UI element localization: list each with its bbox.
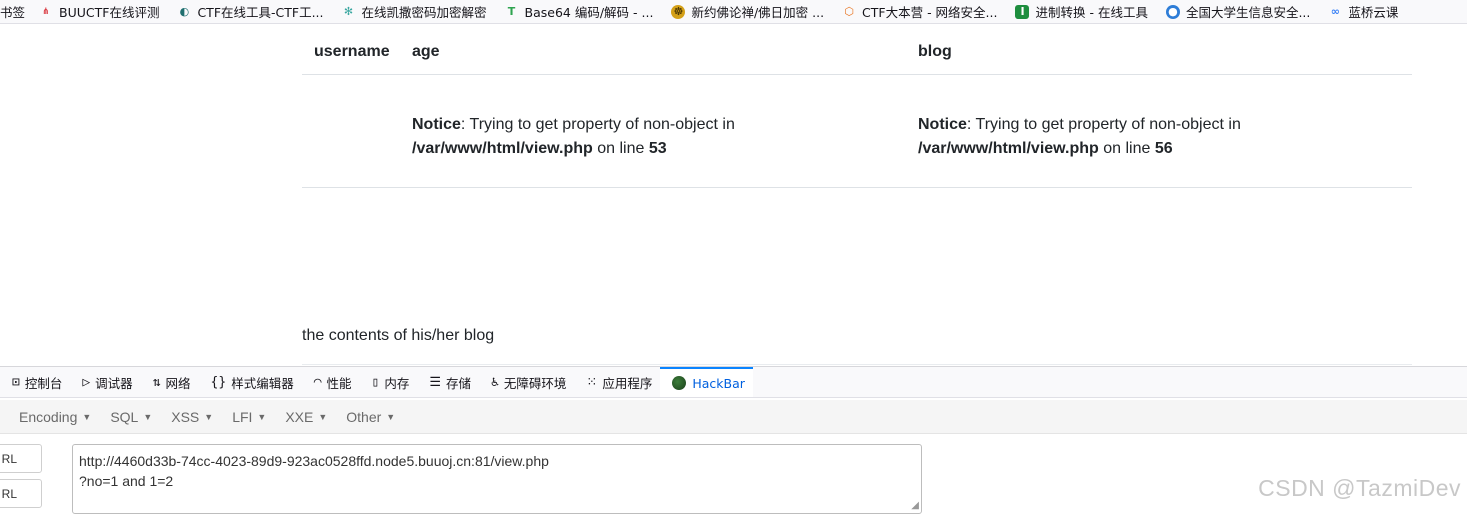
application-icon: ⁙ <box>586 374 598 390</box>
tab-storage[interactable]: ☰ 存储 <box>417 367 479 397</box>
notice-message: : Trying to get property of non-object i… <box>966 116 1241 133</box>
bookmark-ciscn[interactable]: ● 全国大学生信息安全... <box>1165 2 1310 21</box>
notice-label: Notice <box>918 116 967 133</box>
buddha-icon: ☸ <box>671 4 686 19</box>
devtools-toolbar: ⊡ 控制台 ▷ 调试器 ⇅ 网络 {} 样式编辑器 ◠ 性能 ▯ 内存 ☰ 存储 ♿ 无障碍环境… <box>0 366 1467 398</box>
ichunqiu-icon: ⬡ <box>844 5 854 18</box>
bookmark-convert[interactable]: I 进制转换 - 在线工具 <box>1015 2 1148 21</box>
tab-memory[interactable]: ▯ 内存 <box>360 367 418 397</box>
tab-application[interactable]: ⁙ 应用程序 <box>574 367 660 397</box>
blog-cell: Notice: Trying to get property of non-ob… <box>918 116 1241 157</box>
accessibility-icon: ♿ <box>491 374 499 390</box>
tab-debugger[interactable]: ▷ 调试器 <box>70 367 140 397</box>
tab-accessibility[interactable]: ♿ 无障碍环境 <box>479 367 574 397</box>
age-cell: Notice: Trying to get property of non-ob… <box>412 116 735 157</box>
style-editor-icon: {} <box>210 374 227 390</box>
performance-icon: ◠ <box>313 374 322 390</box>
notice-path: /var/www/html/view.php <box>412 140 593 157</box>
menu-encoding[interactable]: Encoding ▼ <box>19 409 91 425</box>
notice-path: /var/www/html/view.php <box>918 140 1099 157</box>
notice-message: : Trying to get property of non-object i… <box>460 116 735 133</box>
memory-icon: ▯ <box>371 374 380 390</box>
lanqiao-icon: ∞ <box>1330 5 1340 18</box>
header-blog: blog <box>918 43 952 60</box>
hackbar-icon <box>672 376 687 390</box>
menu-xxe[interactable]: XXE ▼ <box>285 409 327 425</box>
buuctf-icon: ⋔ <box>42 6 50 17</box>
table-header-row: username age blog <box>302 25 1412 75</box>
globe-icon: ● <box>1165 4 1180 19</box>
bookmark-lanqiao[interactable]: ∞ 蓝桥云课 <box>1328 2 1399 21</box>
menu-other[interactable]: Other ▼ <box>346 409 395 425</box>
menu-xss[interactable]: XSS ▼ <box>171 409 213 425</box>
hackbar-menu: Encoding ▼ SQL ▼ XSS ▼ LFI ▼ XXE ▼ Other ▼ <box>0 400 1467 434</box>
watermark: CSDN @TazmiDev <box>1258 475 1461 501</box>
caret-down-icon: ▼ <box>386 411 396 422</box>
bookmark-ctf-camp[interactable]: ⬡ CTF大本营 - 网络安全... <box>842 2 997 21</box>
table-row: Notice: Trying to get property of non-ob… <box>302 75 1412 188</box>
caret-down-icon: ▼ <box>257 411 267 422</box>
ctf-tool-icon: ◐ <box>179 5 190 18</box>
caret-down-icon: ▼ <box>318 411 328 422</box>
hackbar-body: RL RL http://4460d33b-74cc-4023-89d9-923… <box>0 435 1467 517</box>
caret-down-icon: ▼ <box>143 411 153 422</box>
page-content: username age blog Notice: Trying to get … <box>0 25 1467 366</box>
bookmark-buddha[interactable]: ☸ 新约佛论禅/佛日加密 ... <box>671 2 824 21</box>
tab-style-editor[interactable]: {} 样式编辑器 <box>199 367 302 397</box>
url-textarea[interactable]: http://4460d33b-74cc-4023-89d9-923ac0528… <box>72 444 922 514</box>
caret-down-icon: ▼ <box>204 411 214 422</box>
menu-sql[interactable]: SQL ▼ <box>110 409 152 425</box>
bookmark-ctf-tool[interactable]: ◐ CTF在线工具-CTF工... <box>177 2 324 21</box>
debugger-icon: ▷ <box>82 374 91 390</box>
bookmarks-bar: 书签 ⋔ BUUCTF在线评测 ◐ CTF在线工具-CTF工... ✻ 在线凯撒… <box>0 0 1467 24</box>
console-icon: ⊡ <box>12 374 20 390</box>
bookmark-buuctf[interactable]: ⋔ BUUCTF在线评测 <box>39 2 159 21</box>
divider <box>302 364 1412 365</box>
split-url-button[interactable]: RL <box>0 479 42 508</box>
url-text: http://4460d33b-74cc-4023-89d9-923ac0528… <box>79 453 549 489</box>
network-icon: ⇅ <box>152 374 161 390</box>
notice-label: Notice <box>412 116 461 133</box>
tab-hackbar[interactable]: HackBar <box>660 367 753 397</box>
storage-icon: ☰ <box>429 374 442 390</box>
load-url-button[interactable]: RL <box>0 444 42 473</box>
tab-performance[interactable]: ◠ 性能 <box>302 367 360 397</box>
snowflake-icon: ✻ <box>343 5 354 18</box>
tab-console[interactable]: ⊡ 控制台 <box>0 367 70 397</box>
bookmark-base64[interactable]: T Base64 编码/解码 - ... <box>505 2 654 21</box>
menu-lfi[interactable]: LFI ▼ <box>232 409 266 425</box>
t-icon: T <box>507 5 516 18</box>
convert-icon: I <box>1015 4 1030 19</box>
tab-network[interactable]: ⇅ 网络 <box>141 367 199 397</box>
blog-contents: the contents of his/her blog <box>302 327 495 344</box>
bookmarks-folder-label[interactable]: 书签 <box>0 2 25 21</box>
notice-line: 56 <box>1154 140 1173 157</box>
notice-line: 53 <box>648 140 667 157</box>
bookmark-caesar[interactable]: ✻ 在线凯撒密码加密解密 <box>342 2 487 21</box>
caret-down-icon: ▼ <box>82 411 92 422</box>
header-age: age <box>412 43 440 60</box>
resize-handle-icon[interactable]: ◢ <box>911 501 919 511</box>
header-username: username <box>314 43 390 60</box>
